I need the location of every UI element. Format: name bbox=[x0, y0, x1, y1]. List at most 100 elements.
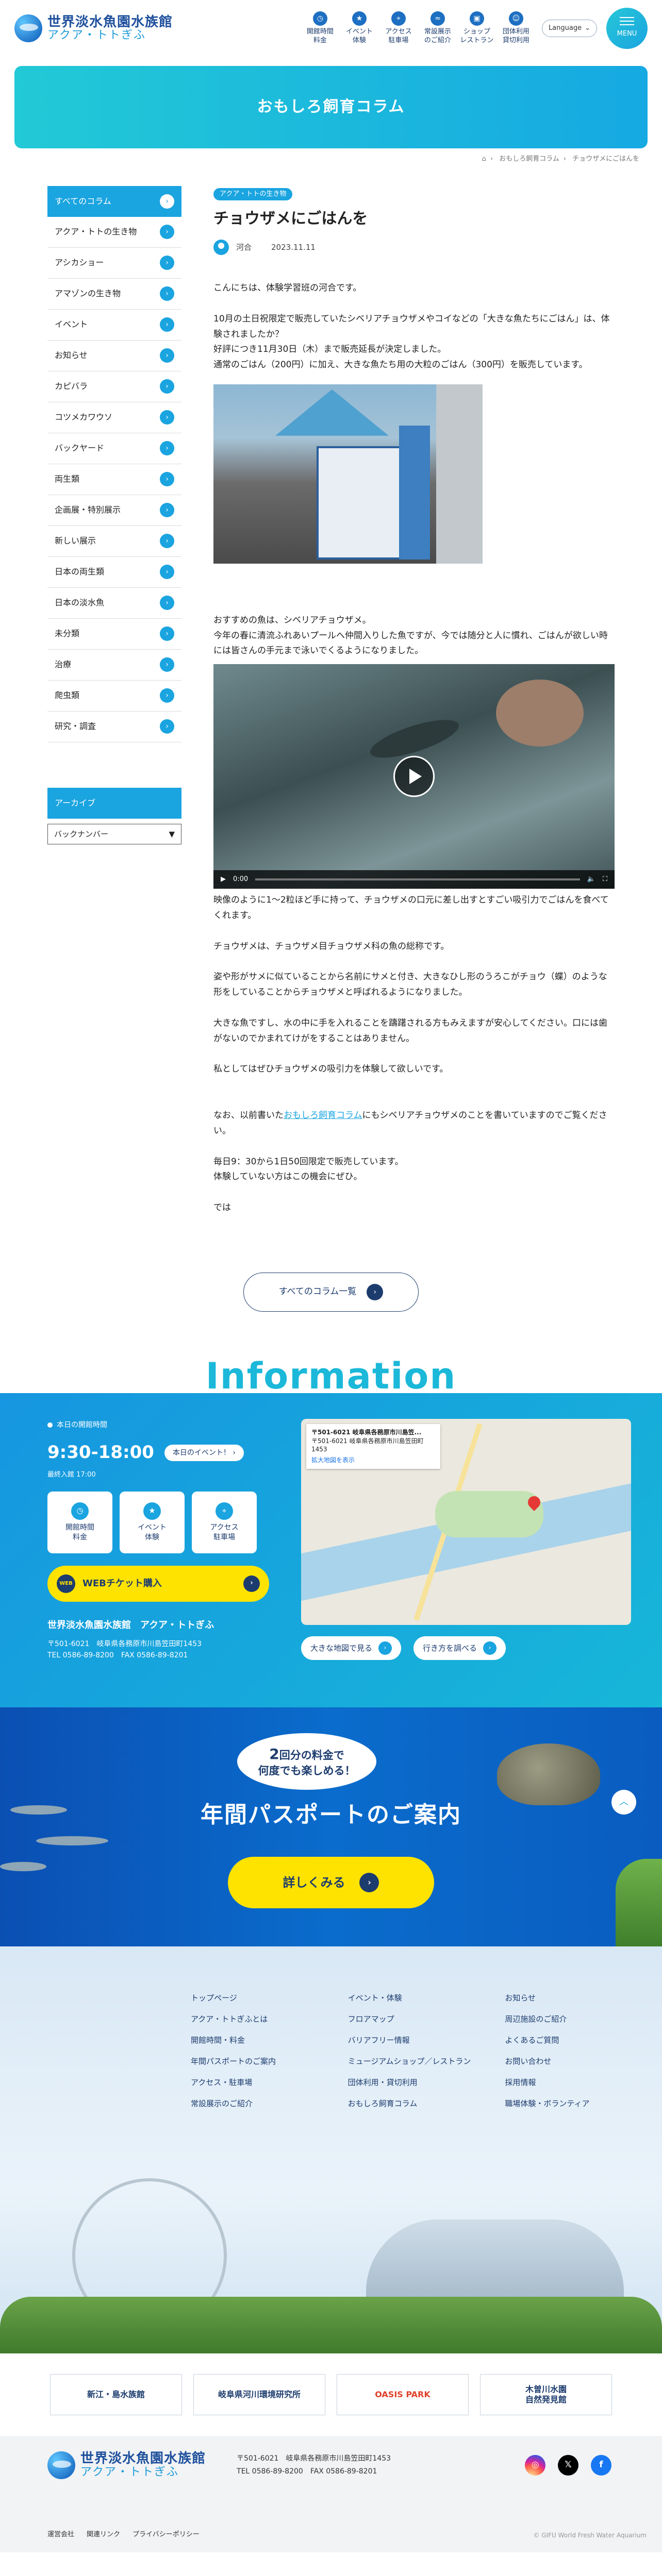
sidebar-item-aquatoto[interactable]: アクア・トトの生き物 › bbox=[47, 217, 181, 248]
chevron-down-icon: ⌄ bbox=[585, 24, 590, 32]
footer-link[interactable]: バリアフリー情報 bbox=[348, 2030, 505, 2051]
sidebar-item-label: 爬虫類 bbox=[55, 690, 80, 701]
sidebar-item-jp-fish[interactable]: 日本の淡水魚 › bbox=[47, 588, 181, 619]
breadcrumb-column[interactable]: おもしろ飼育コラム bbox=[499, 155, 559, 163]
sidebar-item-reptile[interactable]: 爬虫類 › bbox=[47, 681, 181, 711]
home-icon[interactable]: ⌂ bbox=[482, 155, 486, 163]
footer-link[interactable]: ミュージアムショップ／レストラン bbox=[348, 2051, 505, 2072]
sidebar-item-new-exhibit[interactable]: 新しい展示 › bbox=[47, 526, 181, 557]
footer-link-related[interactable]: 関連リンク bbox=[87, 2529, 120, 2541]
sidebar-item-otter[interactable]: コツメカワウソ › bbox=[47, 402, 181, 433]
footer-link[interactable]: 周辺施設のご紹介 bbox=[505, 2009, 662, 2030]
play-icon[interactable] bbox=[393, 756, 435, 797]
play-small-icon[interactable]: ▶ bbox=[221, 874, 226, 886]
footer-link[interactable]: アクセス・駐車場 bbox=[191, 2072, 348, 2093]
footer-link[interactable]: 団体利用・貸切利用 bbox=[348, 2072, 505, 2093]
footer-link[interactable]: トップページ bbox=[191, 1988, 348, 2009]
archive-select[interactable]: バックナンバー ▼ bbox=[47, 823, 181, 844]
partner-logo[interactable]: 新江・島水族館 bbox=[50, 2374, 182, 2415]
facility-name: 世界淡水魚園水族館 アクア・トトぎふ bbox=[47, 1619, 214, 1631]
menu-label: MENU bbox=[617, 29, 637, 38]
pass-more-button[interactable]: 詳しくみる › bbox=[228, 1856, 434, 1908]
footer-link-company[interactable]: 運営会社 bbox=[47, 2529, 74, 2541]
sidebar-item-capybara[interactable]: カピバラ › bbox=[47, 371, 181, 402]
tile-hours[interactable]: ◷ 開館時間 料金 bbox=[47, 1491, 112, 1553]
sidebar-item-amphibian[interactable]: 両生類 › bbox=[47, 464, 181, 495]
footer-link[interactable]: 年間パスポートのご案内 bbox=[191, 2051, 348, 2072]
footer-link[interactable]: 採用情報 bbox=[505, 2072, 662, 2093]
triangle-down-icon: ▼ bbox=[169, 829, 175, 839]
directions-button[interactable]: 行き方を調べる › bbox=[413, 1636, 506, 1660]
all-columns-button[interactable]: すべてのコラム一覧 › bbox=[243, 1272, 419, 1312]
video-progress[interactable] bbox=[255, 878, 580, 880]
partner-logo[interactable]: 岐阜県河川環境研究所 bbox=[193, 2374, 325, 2415]
hamburger-icon bbox=[620, 16, 634, 25]
footer-link[interactable]: フロアマップ bbox=[348, 2009, 505, 2030]
tile-event[interactable]: ★ イベント 体験 bbox=[120, 1491, 185, 1553]
sidebar-item-research[interactable]: 研究・調査 › bbox=[47, 711, 181, 742]
footer-link[interactable]: お知らせ bbox=[505, 1988, 662, 2009]
language-select[interactable]: Language ⌄ bbox=[541, 20, 597, 37]
nav-group[interactable]: ☺ 団体利用 貸切利用 bbox=[498, 11, 535, 45]
sidebar-item-special[interactable]: 企画展・特別展示 › bbox=[47, 495, 181, 526]
sidebar-item-label: 未分類 bbox=[55, 629, 80, 639]
tile-access[interactable]: ⌖ アクセス 駐車場 bbox=[192, 1491, 257, 1553]
footer-link[interactable]: イベント・体験 bbox=[348, 1988, 505, 2009]
footer-logo[interactable]: 世界淡水魚園水族館 アクア・トトぎふ bbox=[47, 2451, 206, 2479]
instagram-icon[interactable]: ◎ bbox=[525, 2454, 545, 2476]
sidebar-item-amazon[interactable]: アマゾンの生き物 › bbox=[47, 279, 181, 310]
google-map[interactable]: 〒501-6021 岐阜県各務原市川島笠... 〒501-6021 岐阜県各務原… bbox=[301, 1418, 631, 1625]
article-meta: 河合 2023.11.11 bbox=[213, 240, 615, 255]
today-event-button[interactable]: 本日のイベント！ › bbox=[164, 1444, 244, 1462]
sidebar-item-jp-amphibian[interactable]: 日本の両生類 › bbox=[47, 557, 181, 588]
footer-link[interactable]: お問い合わせ bbox=[505, 2051, 662, 2072]
sidebar-item-backyard[interactable]: バックヤード › bbox=[47, 433, 181, 464]
footer-link[interactable]: よくあるご質問 bbox=[505, 2030, 662, 2051]
nav-exhibit[interactable]: ≈ 常設展示 のご紹介 bbox=[419, 11, 456, 45]
chevron-right-icon: › bbox=[160, 441, 174, 456]
video-time: 0:00 bbox=[233, 875, 249, 883]
text-run: なお、以前書いた bbox=[213, 1110, 284, 1121]
sidebar-item-label: お知らせ bbox=[55, 350, 88, 361]
column-link[interactable]: おもしろ飼育コラム bbox=[284, 1110, 362, 1121]
sidebar-item-treatment[interactable]: 治療 › bbox=[47, 650, 181, 681]
sidebar-item-news[interactable]: お知らせ › bbox=[47, 341, 181, 371]
map-enlarge-link[interactable]: 拡大地図を表示 bbox=[311, 1456, 435, 1465]
footer-link[interactable]: 常設展示のご紹介 bbox=[191, 2093, 348, 2114]
nav-shop[interactable]: ▣ ショップ レストラン bbox=[458, 11, 495, 45]
sidebar-item-label: 治療 bbox=[55, 659, 72, 670]
paragraph: 通常のごはん（200円）に加え、大きな魚たち用の大粒のごはん（300円）を販売し… bbox=[213, 360, 588, 370]
category-tag[interactable]: アクア・トトの生き物 bbox=[213, 188, 293, 200]
sidebar-item-uncategorized[interactable]: 未分類 › bbox=[47, 619, 181, 650]
chevron-right-icon: › bbox=[160, 286, 174, 301]
partner-logo[interactable]: 木曽川水園 自然発見館 bbox=[480, 2374, 612, 2415]
last-entry: 最終入館 17:00 bbox=[47, 1470, 96, 1479]
pass-title: 年間パスポートのご案内 bbox=[201, 1801, 461, 1828]
footer-link[interactable]: 職場体験・ボランティア bbox=[505, 2093, 662, 2114]
paragraph: では bbox=[213, 1202, 231, 1213]
feeding-video-player[interactable]: ▶ 0:00 🔈 ⛶ bbox=[213, 664, 615, 889]
footer-link[interactable]: アクア・トトぎふとは bbox=[191, 2009, 348, 2030]
footer-link[interactable]: 開館時間・料金 bbox=[191, 2030, 348, 2051]
nav-hours[interactable]: ◷ 開館時間 料金 bbox=[302, 11, 339, 45]
large-map-button[interactable]: 大きな地図で見る › bbox=[301, 1636, 402, 1660]
footer-link[interactable]: おもしろ飼育コラム bbox=[348, 2093, 505, 2114]
nav-event[interactable]: ★ イベント 体験 bbox=[341, 11, 378, 45]
facebook-icon[interactable]: f bbox=[591, 2454, 611, 2476]
nav-access[interactable]: ⌖ アクセス 駐車場 bbox=[380, 11, 417, 45]
sidebar-item-event[interactable]: イベント › bbox=[47, 310, 181, 341]
footer-link-privacy[interactable]: プライバシーポリシー bbox=[133, 2529, 200, 2541]
partner-logo[interactable]: OASIS PARK bbox=[337, 2374, 469, 2415]
sidebar-item-all[interactable]: すべてのコラム › bbox=[47, 185, 181, 217]
x-icon[interactable]: 𝕏 bbox=[558, 2454, 578, 2476]
directions-label: 行き方を調べる bbox=[423, 1643, 477, 1653]
menu-button[interactable]: MENU bbox=[606, 8, 648, 49]
volume-icon[interactable]: 🔈 bbox=[587, 874, 595, 886]
fullscreen-icon[interactable]: ⛶ bbox=[603, 874, 607, 886]
feed-vending-photo bbox=[213, 384, 483, 564]
sidebar-item-sealion[interactable]: アシカショー › bbox=[47, 248, 181, 279]
web-ticket-button[interactable]: WEB WEBチケット購入 › bbox=[47, 1565, 269, 1602]
site-logo[interactable]: 世界淡水魚園水族館 アクア・トトぎふ bbox=[14, 14, 173, 42]
shop-icon: ▣ bbox=[469, 11, 484, 26]
pass-line2: 何度でも楽しめる！ bbox=[258, 1765, 356, 1777]
